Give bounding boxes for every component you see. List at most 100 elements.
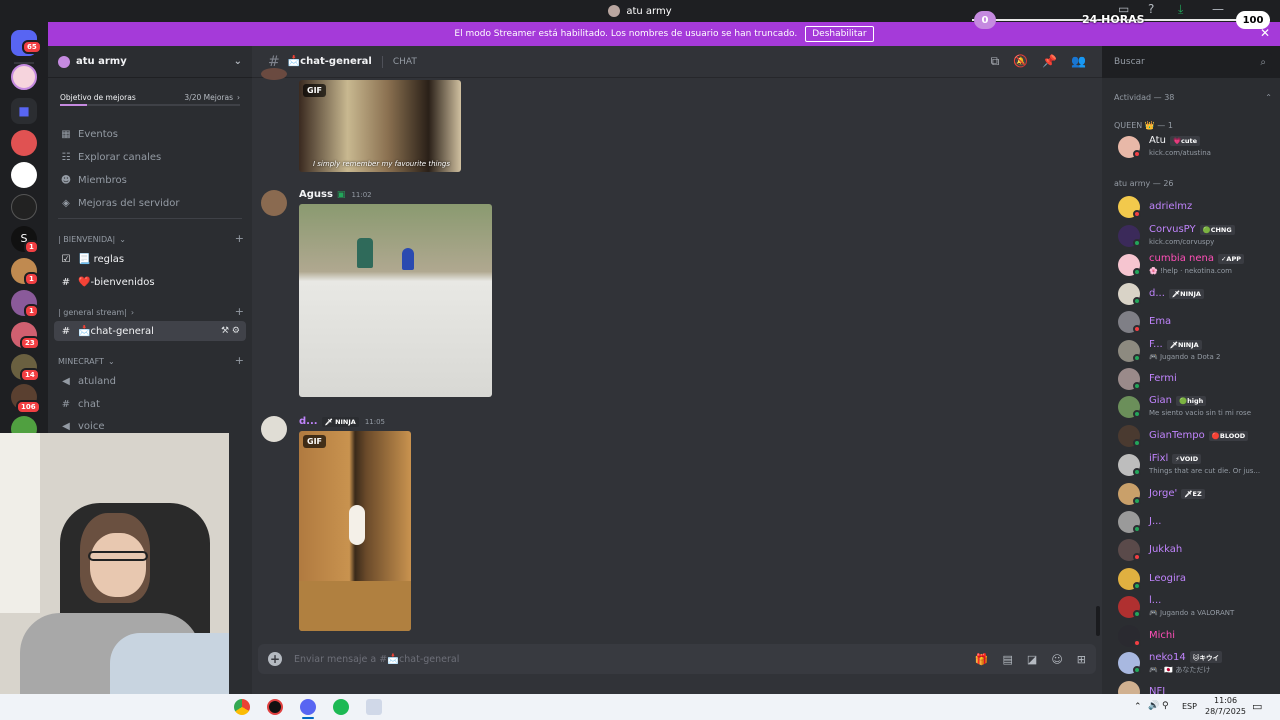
category-label: | general stream| — [58, 308, 127, 317]
discord-icon[interactable] — [300, 699, 316, 715]
avatar[interactable] — [261, 416, 287, 442]
status-indicator — [1133, 382, 1141, 390]
member-row[interactable]: iFixl ⚡VOID Things that are cut die. Or ju… — [1118, 453, 1278, 477]
activity-header[interactable]: Actividad — 38 ⌃ — [1114, 93, 1272, 102]
server-atu-army[interactable] — [11, 64, 37, 90]
member-row[interactable]: neko14 🐱キウイ 🎮 · 🇯🇵 あなただけ — [1118, 651, 1278, 675]
member-row[interactable]: cumbia nena ✓APP 🌸 !help · nekotina.com — [1118, 253, 1278, 277]
member-row[interactable]: Michi — [1118, 624, 1278, 648]
chevron-up-icon[interactable]: ⌃ — [1134, 702, 1142, 712]
channel-chat-general[interactable]: # 📩chat-general ⚒ ⚙ — [54, 321, 246, 341]
gif-picker-icon[interactable]: ▤ — [1003, 653, 1013, 666]
member-name-row: d... 🗡NINJA — [1149, 288, 1204, 299]
apps-icon[interactable]: ⊞ — [1077, 653, 1086, 666]
status-indicator — [1133, 666, 1141, 674]
server-icon-2[interactable] — [11, 130, 37, 156]
pin-icon[interactable]: 📌 — [1042, 54, 1057, 69]
stream-goal-overlay: 0 24 HORAS 100 — [972, 9, 1270, 31]
gif-attachment[interactable]: GIF I simply remember my favourite thing… — [299, 80, 461, 172]
gift-icon[interactable]: 🎁 — [975, 653, 989, 666]
app-icon[interactable] — [267, 699, 283, 715]
server-icon-4[interactable] — [11, 194, 37, 220]
category-general-stream[interactable]: | general stream| › + — [58, 306, 244, 317]
role-tag: 🗡 NINJA — [321, 416, 359, 427]
network-icon[interactable]: ⚲ — [1162, 701, 1169, 711]
clock-time[interactable]: 11:06 — [1214, 696, 1237, 705]
message-composer[interactable]: + Enviar mensaje a #📩chat-general 🎁 ▤ ◪ … — [258, 644, 1096, 674]
member-row[interactable]: Jukkah — [1118, 538, 1278, 562]
volume-icon[interactable]: 🔊 — [1148, 701, 1159, 711]
threads-icon[interactable]: ⧉ — [991, 54, 1000, 69]
member-row[interactable]: F... 🗡NINJA 🎮 Jugando a Dota 2 — [1118, 339, 1278, 363]
boost-goal[interactable]: Objetivo de mejoras 3/20 Mejoras › — [56, 88, 244, 106]
scrollbar-thumb[interactable] — [1096, 606, 1100, 636]
clock-date[interactable]: 28/7/2025 — [1205, 707, 1246, 716]
avatar[interactable] — [261, 190, 287, 216]
member-name-row: Atu 💗cute — [1149, 135, 1201, 146]
server-icon-3[interactable] — [11, 162, 37, 188]
channel-label: atuland — [78, 375, 116, 387]
category-bienvenida[interactable]: | BIENVENIDA| ⌄ + — [58, 233, 244, 244]
language-indicator[interactable]: ESP — [1182, 702, 1197, 711]
member-row[interactable]: d... 🗡NINJA — [1118, 282, 1278, 306]
emoji-icon[interactable]: ☺ — [1051, 653, 1062, 666]
message-author[interactable]: Aguss ▣ 11:02 — [299, 189, 372, 200]
folder-icon[interactable]: ■ — [11, 98, 37, 124]
chevron-up-icon[interactable]: ⌃ — [1265, 93, 1272, 102]
member-list-icon[interactable]: 👥 — [1071, 54, 1086, 69]
member-row[interactable]: CorvusPY 🟢CHNG kick.com/corvuspy — [1118, 224, 1278, 248]
channel-reglas[interactable]: ☑ 📃 reglas — [54, 249, 246, 269]
server-header[interactable]: atu army ⌄ — [48, 46, 252, 78]
channel-atuland[interactable]: ◀ atuland — [54, 371, 246, 391]
member-row[interactable]: adrielmz — [1118, 195, 1278, 219]
notification-icon[interactable]: ▭ — [1252, 700, 1262, 713]
add-channel-icon[interactable]: + — [235, 355, 244, 366]
search-icon: ⌕ — [1260, 56, 1266, 68]
app-icon[interactable] — [366, 699, 382, 715]
member-row[interactable]: l... 🎮 Jugando a VALORANT — [1118, 595, 1278, 619]
boost-goal-label: Objetivo de mejoras — [60, 92, 136, 102]
nav-label: Eventos — [78, 128, 118, 140]
hash-icon: # — [61, 398, 71, 410]
nav-boosts[interactable]: ◈ Mejoras del servidor — [54, 193, 246, 213]
member-row[interactable]: Gian 🟢high Me siento vacio sin ti mi rose — [1118, 395, 1278, 419]
search-input[interactable]: Buscar ⌕ — [1108, 53, 1272, 71]
member-row[interactable]: Jorge' 🗡EZ — [1118, 482, 1278, 506]
member-name-row: Jorge' 🗡EZ — [1149, 488, 1205, 499]
gif-attachment[interactable]: GIF — [299, 431, 411, 631]
add-channel-icon[interactable]: + — [235, 233, 244, 244]
avatar[interactable] — [261, 68, 287, 80]
disable-streamer-button[interactable]: Deshabilitar — [805, 26, 874, 42]
chrome-icon[interactable] — [234, 699, 250, 715]
member-name-row: GianTempo 🔴BLOOD — [1149, 430, 1249, 441]
nav-explore[interactable]: ☷ Explorar canales — [54, 147, 246, 167]
status-indicator — [1133, 239, 1141, 247]
chevron-down-icon: ⌄ — [119, 235, 126, 244]
member-name-row: adrielmz — [1149, 201, 1192, 212]
nav-events[interactable]: ▦ Eventos — [54, 124, 246, 144]
mute-icon[interactable]: 🔕 — [1013, 54, 1028, 69]
member-name: Michi — [1149, 630, 1176, 641]
member-row[interactable]: J... — [1118, 510, 1278, 534]
status-indicator — [1133, 639, 1141, 647]
nav-label: Mejoras del servidor — [78, 197, 180, 209]
image-attachment[interactable] — [299, 204, 492, 397]
role-tag: ✓APP — [1217, 253, 1244, 264]
channel-chat[interactable]: # chat — [54, 394, 246, 414]
spotify-icon[interactable] — [333, 699, 349, 715]
member-row[interactable]: GianTempo 🔴BLOOD — [1118, 424, 1278, 448]
add-attachment-icon[interactable]: + — [268, 652, 282, 666]
add-channel-icon[interactable]: + — [235, 306, 244, 317]
member-row[interactable]: Ema — [1118, 310, 1278, 334]
status-indicator — [1133, 439, 1141, 447]
nav-members[interactable]: ☻ Miembros — [54, 170, 246, 190]
member-row[interactable]: Atu 💗cute kick.com/atustina — [1118, 135, 1278, 159]
chevron-down-icon[interactable]: ⌄ — [234, 56, 242, 67]
member-row[interactable]: Leogira — [1118, 567, 1278, 591]
member-row[interactable]: Fermi — [1118, 367, 1278, 391]
channel-bienvenidos[interactable]: # ❤️-bienvenidos — [54, 272, 246, 292]
sticker-icon[interactable]: ◪ — [1027, 653, 1037, 666]
category-minecraft[interactable]: MINECRAFT ⌄ + — [58, 355, 244, 366]
message-author[interactable]: d... 🗡 NINJA 11:05 — [299, 416, 385, 427]
channel-settings-icons[interactable]: ⚒ ⚙ — [221, 326, 240, 336]
